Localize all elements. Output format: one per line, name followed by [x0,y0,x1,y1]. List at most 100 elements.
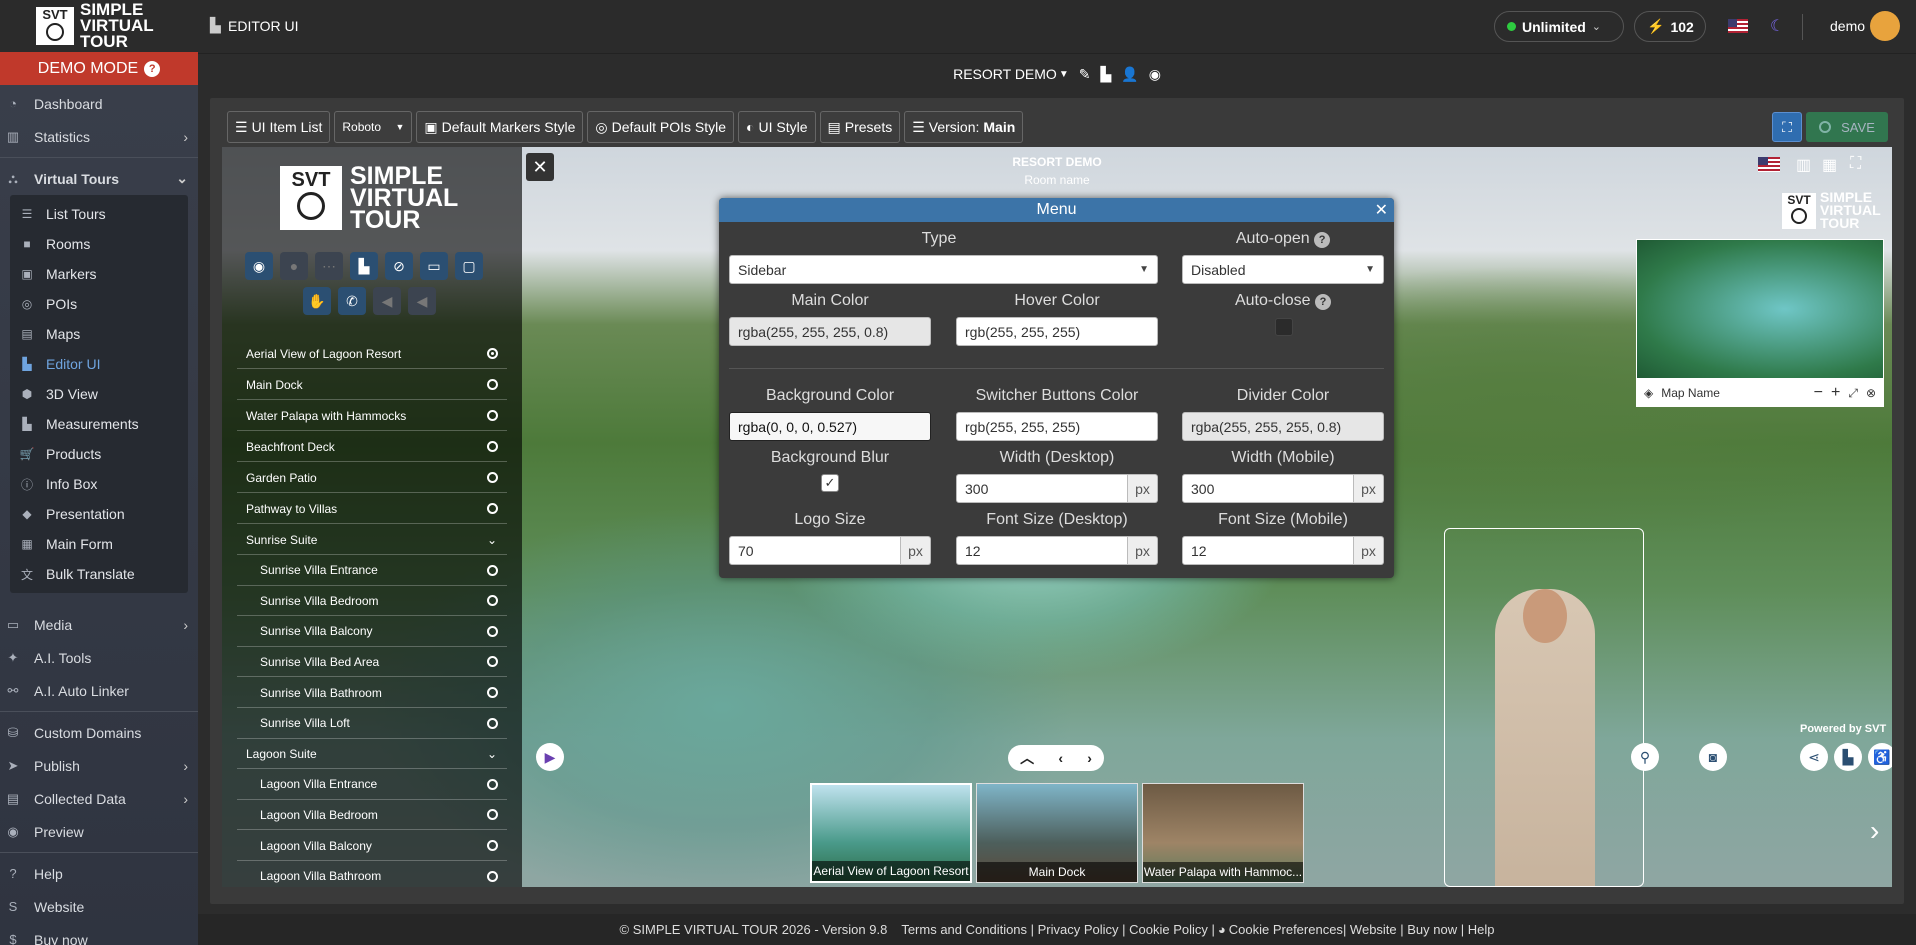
sidebar-item-virtual-tours[interactable]: ⛬ Virtual Tours ⌄ [0,162,198,195]
font-desktop-input[interactable]: 12 [956,536,1128,565]
auto-close-checkbox[interactable] [1275,318,1293,336]
edit-icon[interactable]: ✎ [1079,66,1091,83]
help-icon[interactable]: ? [1315,294,1332,310]
editor-icon[interactable]: ▙ [350,252,378,280]
room-item[interactable]: Sunrise Villa Entrance [237,556,507,586]
thumbnail-aerial-view[interactable]: Aerial View of Lagoon Resort [810,783,972,883]
room-item[interactable]: Sunrise Villa Bathroom [237,678,507,708]
sidebar-item-dashboard[interactable]: ◔ Dashboard [0,87,198,120]
help-icon[interactable]: ? [1314,232,1331,248]
save-button[interactable]: SAVE [1806,112,1888,142]
logo-size-input[interactable]: 70 [729,536,901,565]
room-item[interactable]: Lagoon Villa Entrance [237,770,507,800]
presets-button[interactable]: ▤ Presets [819,111,901,143]
sidebar-item-products[interactable]: 🛒 Products [10,439,188,469]
chevron-left-icon[interactable]: ‹ [1058,750,1063,766]
sidebar-item-maps[interactable]: ▤ Maps [10,319,188,349]
sidebar-item-preview[interactable]: ◉ Preview [0,815,198,848]
sidebar-item-3d-view[interactable]: ⬢ 3D View [10,379,188,409]
sidebar-item-presentation[interactable]: ◆ Presentation [10,499,188,529]
handshake-icon[interactable]: ✋ [303,287,331,315]
close-icon[interactable]: ✕ [1375,200,1388,220]
default-markers-style-button[interactable]: ▣ Default Markers Style [416,111,584,143]
sidebar-item-measurements[interactable]: ▙ Measurements [10,409,188,439]
width-mobile-input[interactable]: 300 [1182,474,1354,503]
room-item[interactable]: Pathway to Villas [237,494,507,524]
accessibility-button[interactable]: ♿ [1868,743,1892,771]
zoom-in-icon[interactable]: + [1831,384,1840,402]
compass-icon[interactable]: ⊘ [385,252,413,280]
play-button[interactable]: ▶ [536,743,564,771]
sidebar-item-info-box[interactable]: ⓘ Info Box [10,469,188,499]
version-select[interactable]: ☰ Version: Main [904,111,1024,143]
room-item[interactable]: Garden Patio [237,463,507,493]
default-pois-style-button[interactable]: ◎ Default POIs Style [587,111,735,143]
thumbnail-water-palapa[interactable]: Water Palapa with Hammoc... [1142,783,1304,883]
map-icon[interactable]: ▥ [1796,155,1811,175]
presenter-video[interactable] [1444,528,1644,887]
user-name[interactable]: demo [1830,18,1865,34]
sidebar-item-collected-data[interactable]: ▤ Collected Data › [0,782,198,815]
sidebar-item-ai-tools[interactable]: ✦ A.I. Tools [0,641,198,674]
room-item[interactable]: Lagoon Villa Balcony [237,831,507,861]
plan-dropdown[interactable]: Unlimited ⌄ [1494,11,1624,42]
sidebar-item-statistics[interactable]: ▥ Statistics › [0,120,198,153]
megaphone-icon[interactable]: ◀ [408,287,436,315]
ui-style-button[interactable]: ◐ UI Style [738,111,816,143]
vr-icon[interactable]: ▭ [420,252,448,280]
auto-open-select[interactable]: Disabled ▼ [1182,255,1384,284]
room-item[interactable]: Main Dock [237,370,507,400]
sidebar-item-website[interactable]: S Website [0,890,198,923]
chevron-up-icon[interactable]: ︿ [1020,748,1034,768]
footer-links-2[interactable]: | Website | Buy now | Help [1343,922,1495,937]
sidebar-item-editor-ui[interactable]: ▙ Editor UI [10,349,188,379]
room-item[interactable]: Lagoon Villa Bathroom [237,862,507,887]
zoom-out-icon[interactable]: − [1814,384,1823,402]
footer-links[interactable]: Terms and Conditions | Privacy Policy | … [901,922,1215,937]
target-icon[interactable]: ◉ [245,252,273,280]
sidebar-item-list-tours[interactable]: ☰ List Tours [10,199,188,229]
credits-badge[interactable]: ⚡ 102 [1634,11,1706,42]
eye-icon[interactable]: ◉ [1149,66,1161,83]
main-color-input[interactable]: rgba(255, 255, 255, 0.8) [729,317,931,346]
room-group[interactable]: Lagoon Suite ⌄ [237,739,507,770]
font-select[interactable]: Roboto ▼ [334,111,413,143]
expand-icon[interactable]: ⤢ [1848,386,1858,401]
camera-button[interactable]: ◙ [1699,743,1727,771]
chat-icon[interactable]: ▢ [455,252,483,280]
ui-item-list-button[interactable]: ☰ UI Item List [227,111,331,143]
fullscreen-icon[interactable]: ⛶ [1850,155,1861,173]
hover-color-input[interactable]: rgb(255, 255, 255) [956,317,1158,346]
room-item[interactable]: Sunrise Villa Balcony [237,617,507,647]
moon-icon[interactable]: ☾ [1770,16,1784,36]
demo-mode-help-icon[interactable]: ? [144,60,161,77]
cookie-preferences-link[interactable]: Cookie Preferences [1229,922,1343,937]
chevron-right-icon[interactable]: › [1087,750,1092,766]
sidebar-item-ai-auto-linker[interactable]: ⚯ A.I. Auto Linker [0,674,198,707]
dots-icon[interactable]: ⋯ [315,252,343,280]
room-item[interactable]: Water Palapa with Hammocks [237,401,507,431]
sidebar-item-custom-domains[interactable]: ⛁ Custom Domains [0,716,198,749]
divider-color-input[interactable]: rgba(255, 255, 255, 0.8) [1182,412,1384,441]
room-item[interactable]: Lagoon Villa Bedroom [237,800,507,831]
width-desktop-input[interactable]: 300 [956,474,1128,503]
room-item[interactable]: Sunrise Villa Loft [237,709,507,739]
bg-color-input[interactable]: rgba(0, 0, 0, 0.527) [729,412,931,441]
map-preview[interactable] [1636,239,1884,379]
sidebar-item-pois[interactable]: ◎ POIs [10,289,188,319]
fullscreen-button[interactable]: ⛶ [1772,112,1802,142]
bg-blur-checkbox[interactable]: ✓ [821,474,839,492]
us-flag-icon[interactable] [1728,19,1748,33]
font-mobile-input[interactable]: 12 [1182,536,1354,565]
avatar[interactable] [1870,11,1900,41]
room-item[interactable]: Sunrise Villa Bedroom [237,586,507,617]
room-group[interactable]: Sunrise Suite ⌄ [237,525,507,555]
close-circle-icon[interactable]: ⊗ [1866,386,1876,400]
room-item[interactable]: Aerial View of Lagoon Resort [237,339,507,369]
switcher-color-input[interactable]: rgb(255, 255, 255) [956,412,1158,441]
editor-button[interactable]: ▙ [1834,743,1862,771]
sidebar-item-markers[interactable]: ▣ Markers [10,259,188,289]
floorplan-icon[interactable]: ▦ [1822,155,1837,175]
location-button[interactable]: ⚲ [1631,743,1659,771]
brand-logo[interactable]: SVT SIMPLE VIRTUAL TOUR [0,0,198,52]
